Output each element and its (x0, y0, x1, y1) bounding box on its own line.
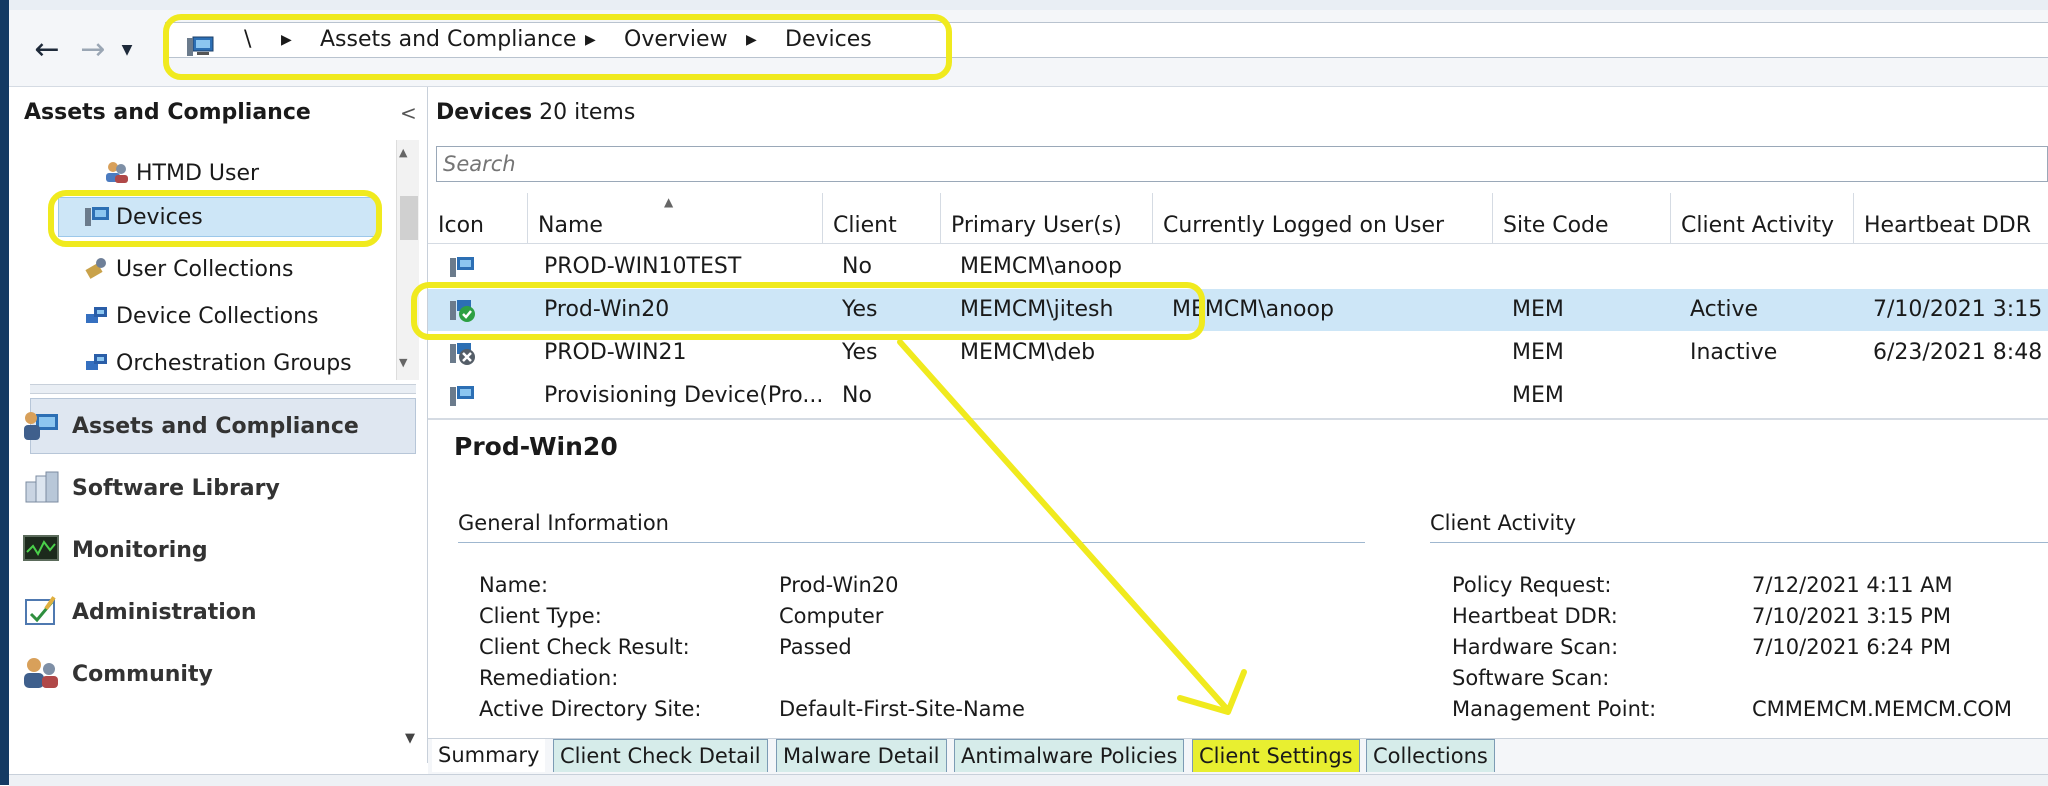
annotation-arrow-icon (897, 339, 1247, 715)
